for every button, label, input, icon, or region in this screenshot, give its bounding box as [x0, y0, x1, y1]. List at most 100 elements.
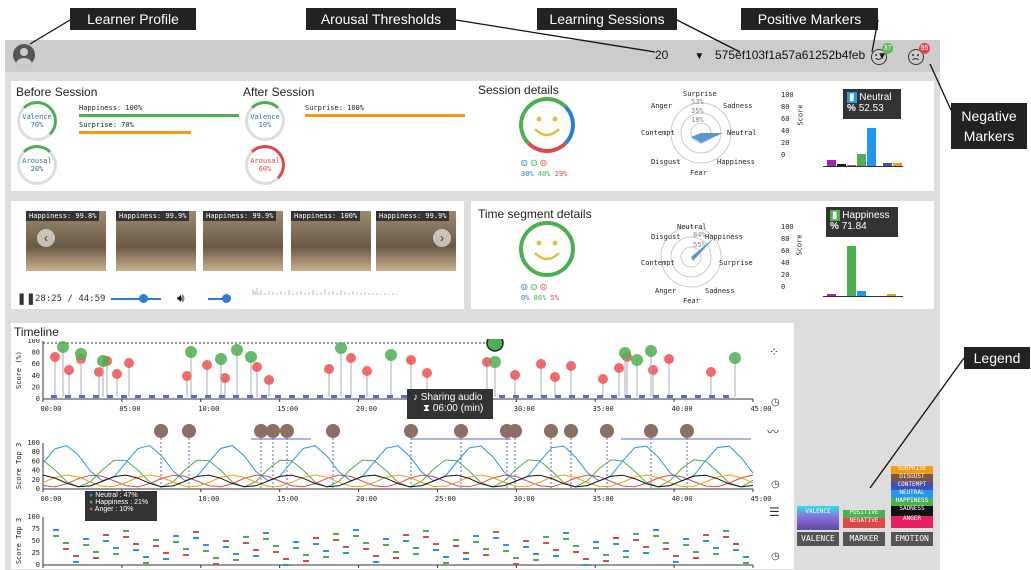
top3-dash [543, 542, 549, 544]
top3-dash [163, 552, 169, 554]
top3-dash [443, 556, 449, 558]
top3-dash [193, 531, 199, 533]
positive-markers-icon[interactable]: 37 [871, 43, 893, 65]
y-tick-label: 40 [32, 467, 40, 475]
video-thumb-2[interactable]: Happiness: 99.9% [116, 211, 196, 271]
chevron-down-icon: ▼ [694, 51, 705, 62]
top3-dash [493, 531, 499, 533]
thumb-label: Happiness: 99.9% [203, 211, 277, 221]
radar-35: 35% [691, 107, 704, 115]
arousal-value: 20% [30, 165, 44, 173]
top3-dash [423, 536, 429, 538]
top3-dash [123, 530, 129, 532]
y-tick-label: 20 [32, 476, 40, 484]
top3-dash [333, 539, 339, 541]
top3-dash [183, 548, 189, 550]
volume-icon[interactable]: 🔊︎ [177, 291, 185, 306]
radar-55: 55% [693, 241, 706, 249]
segment-bar-tooltip: ▮ Happiness % 71.84 [826, 207, 898, 237]
after-bar1-label: Surprise: 100% [305, 104, 365, 112]
callout-learner-profile: Learner Profile [70, 8, 196, 30]
segment-tick [653, 395, 659, 398]
segment-tick [191, 395, 197, 398]
segment-tick [359, 395, 365, 398]
legend-marker-button[interactable]: MARKER [843, 532, 885, 546]
segment-tick [51, 395, 57, 398]
line-chart-toggle-icon[interactable]: 〰 [767, 423, 779, 440]
negative-marker [648, 365, 658, 375]
top3-dash [573, 545, 579, 547]
seek-slider[interactable] [111, 294, 161, 303]
list-toggle-icon[interactable]: ☰ [769, 505, 780, 519]
axis-label: Score Top 3 [15, 518, 23, 564]
positive-marker [97, 355, 109, 367]
pause-icon[interactable]: ❚❚ [17, 292, 35, 305]
segment-tick [387, 395, 393, 398]
x-tick-label: 40:00 [672, 495, 693, 503]
top3-dash [373, 561, 379, 563]
top3-dash [403, 534, 409, 536]
chevron-left-icon[interactable]: ‹ [37, 229, 55, 247]
top3-dash [383, 544, 389, 546]
volume-slider[interactable] [208, 294, 231, 303]
event-icon [326, 424, 340, 438]
arousal-threshold-select[interactable]: 20 ▼ [655, 48, 704, 62]
top3-dash [513, 557, 519, 559]
video-thumb-4[interactable]: Happiness: 100% [291, 211, 371, 271]
top3-dash [363, 548, 369, 550]
audio-tooltip: ♪ Sharing audio ⧗ 06:00 (min) [407, 389, 493, 419]
pct-positive: 30% [521, 170, 534, 178]
top3-dash [393, 551, 399, 553]
legend-valence-button[interactable]: VALENCE [797, 532, 839, 546]
negative-markers-icon[interactable]: 95 [908, 43, 930, 65]
learner-profile-icon[interactable] [13, 44, 35, 66]
top3-dash [633, 539, 639, 541]
segment-tick [625, 395, 631, 398]
chevron-right-icon[interactable]: › [433, 229, 451, 247]
scatter-toggle-icon[interactable]: ⁘ [769, 345, 779, 359]
top3-dash [173, 541, 179, 543]
ytick: 80 [781, 103, 790, 111]
top3-dash [593, 547, 599, 549]
video-thumb-3[interactable]: Happiness: 99.9% [203, 211, 283, 271]
event-icon [544, 424, 558, 438]
callout-arousal-thresholds: Arousal Thresholds [306, 8, 456, 30]
top3-dash [613, 537, 619, 539]
negative-marker [422, 368, 432, 378]
session-select[interactable]: 575ef103f1a57a61252b4feb ▼ [715, 48, 887, 62]
top3-dash [623, 550, 629, 552]
negative-marker [50, 352, 60, 362]
segment-smiley [519, 221, 575, 277]
callout-legend: Legend [964, 347, 1030, 369]
radar-anger: Anger [655, 287, 677, 295]
y-tick-label: 100 [27, 513, 40, 521]
callout-negative-markers: Negative Markers [951, 103, 1027, 149]
top3-dash [143, 562, 149, 564]
radar-84: 84% [693, 231, 706, 239]
smile-icon [534, 116, 560, 137]
top3-dash [303, 560, 309, 562]
negative-marker [64, 365, 74, 375]
x-tick-label: 20:00 [356, 405, 377, 413]
legend-anger: ANGER [891, 516, 933, 528]
segment-percent-row: ☺☺☹ 0% 86% 5% [521, 281, 581, 302]
positive-marker [57, 341, 69, 353]
negative-marker [362, 366, 372, 376]
pct-positive: 0% [521, 294, 530, 302]
segment-tick [345, 395, 351, 398]
segment-tick [499, 395, 505, 398]
top3-dash [533, 559, 539, 561]
top3-dash [713, 547, 719, 549]
positive-marker [231, 344, 243, 356]
top3-dash [73, 555, 79, 557]
emotion-series [42, 474, 754, 488]
x-tick-label: 00:00 [40, 405, 61, 413]
emotion-series [42, 444, 754, 482]
tooltip-value: 71.84 [841, 221, 867, 232]
legend-valence-swatch: VALENCE [797, 506, 839, 530]
x-tick-label: 30:00 [514, 495, 535, 503]
legend-emotion-button[interactable]: EMOTION [891, 532, 933, 546]
top3-dash [733, 543, 739, 545]
thumb-label: Happiness: 99.9% [116, 211, 190, 221]
event-icon [454, 424, 468, 438]
